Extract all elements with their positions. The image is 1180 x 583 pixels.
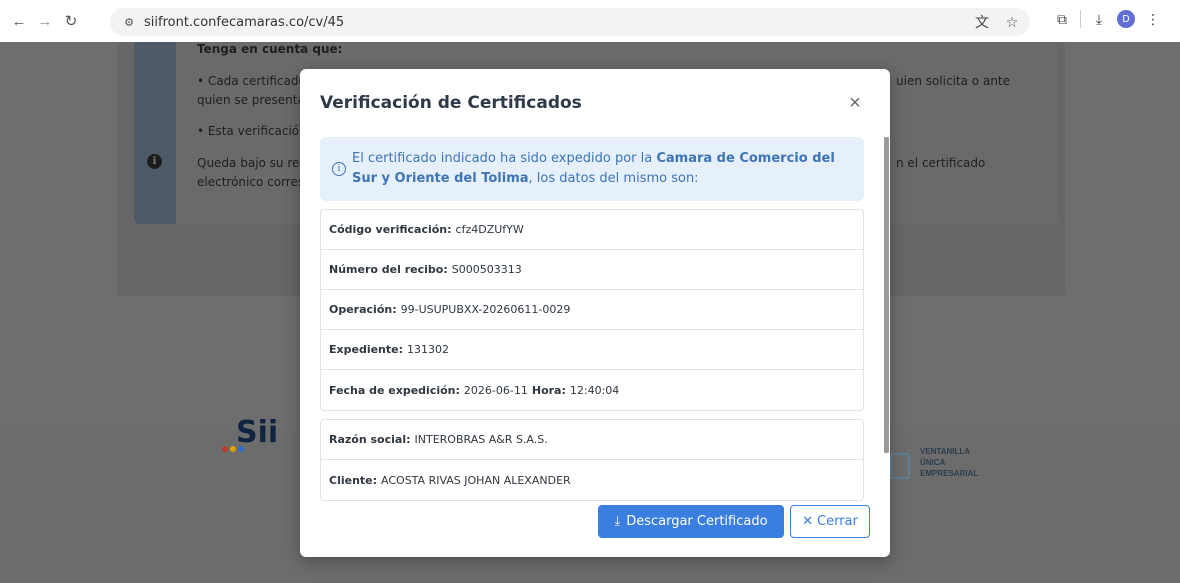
detail-row-razon-social: Razón social: INTEROBRAS A&R S.A.S. (321, 420, 863, 460)
detail-row-codigo: Código verificación: cfz4DZUfYW (321, 210, 863, 250)
vue-logo-line: VENTANILLA (920, 447, 971, 456)
translate-icon[interactable]: 文 (972, 12, 992, 32)
detail-value: ACOSTA RIVAS JOHAN ALEXANDER (381, 473, 571, 487)
detail-row-cliente: Cliente: ACOSTA RIVAS JOHAN ALEXANDER (321, 460, 863, 500)
reload-icon[interactable]: ↻ (58, 8, 84, 34)
detail-value: 12:40:04 (569, 383, 620, 397)
modal-scrollbar-thumb[interactable] (884, 137, 889, 453)
detail-label: Hora: (531, 383, 566, 397)
notice-line: • Cada certificado (197, 74, 306, 88)
detail-label: Número del recibo: (329, 263, 448, 276)
notice-line: • Esta verificación (197, 124, 307, 138)
alert-suffix: , los datos del mismo son: (528, 171, 699, 186)
download-certificate-button[interactable]: ⤓ Descargar Certificado (598, 505, 784, 538)
company-details-group: Razón social: INTEROBRAS A&R S.A.S. Clien… (320, 419, 864, 501)
detail-value: INTEROBRAS A&R S.A.S. (414, 433, 548, 446)
detail-label: Cliente: (329, 473, 378, 487)
download-icon: ⤓ (614, 514, 621, 529)
modal-title: Verificación de Certificados (320, 93, 582, 113)
detail-label: Expediente: (329, 343, 403, 356)
detail-label: Razón social: (329, 433, 411, 446)
bookmark-star-icon[interactable]: ☆ (1002, 12, 1022, 32)
notice-line: quien se presenta (197, 93, 305, 107)
detail-label: Código verificación: (329, 223, 452, 236)
detail-value: 131302 (407, 343, 449, 356)
detail-value: 2026-06-11 (463, 383, 528, 397)
profile-avatar[interactable]: D (1117, 10, 1135, 28)
detail-label: Operación: (329, 303, 397, 316)
alert-prefix: El certificado indicado ha sido expedido… (352, 151, 657, 166)
detail-value: cfz4DZUfYW (455, 223, 524, 236)
url-text: siifront.confecamaras.co/cv/45 (144, 14, 345, 30)
close-icon[interactable]: × (843, 91, 867, 115)
extensions-icon[interactable]: ⧉ (1052, 9, 1072, 29)
vue-logo-line: EMPRESARIAL (920, 469, 979, 478)
download-label: Descargar Certificado (626, 514, 768, 529)
info-alert: i El certificado indicado ha sido expedi… (320, 137, 864, 201)
notice-line: Queda bajo su res (197, 156, 306, 170)
alert-text: El certificado indicado ha sido expedido… (352, 149, 852, 189)
toolbar-divider (1080, 10, 1081, 28)
detail-value: S000503313 (451, 263, 522, 276)
notice-line: uien solicita o ante (896, 74, 1011, 88)
close-x-icon: ✕ (802, 514, 814, 529)
info-circle-icon: i (332, 162, 346, 176)
close-label: Cerrar (817, 514, 858, 529)
detail-row-expediente: Expediente: 131302 (321, 330, 863, 370)
download-icon[interactable]: ⤓ (1089, 9, 1109, 29)
verification-modal: Verificación de Certificados × i El cert… (300, 69, 890, 557)
detail-row-operacion: Operación: 99-USUPUBXX-20260611-0029 (321, 290, 863, 330)
notice-line: n el certificado (896, 156, 986, 170)
notice-title: Tenga en cuenta que: (197, 42, 343, 56)
back-arrow-icon[interactable]: ← (6, 8, 32, 34)
notice-line: electrónico corres (197, 175, 305, 189)
notice-accent-strip (134, 42, 176, 224)
browser-toolbar: ← → ↻ ⚙ siifront.confecamaras.co/cv/45 文… (0, 0, 1180, 42)
site-settings-icon[interactable]: ⚙ (120, 13, 138, 31)
close-button[interactable]: ✕ Cerrar (790, 505, 870, 538)
forward-arrow-icon[interactable]: → (32, 8, 58, 34)
certificate-details-group: Código verificación: cfz4DZUfYW Número de… (320, 209, 864, 411)
detail-label: Fecha de expedición: (329, 383, 460, 397)
vue-logo-text: VENTANILLA ÚNICA EMPRESARIAL (920, 446, 978, 479)
info-icon: i (147, 154, 162, 169)
modal-body: i El certificado indicado ha sido expedi… (320, 137, 864, 505)
sii-logo-dots (222, 446, 244, 452)
detail-row-recibo: Número del recibo: S000503313 (321, 250, 863, 290)
detail-value: 99-USUPUBXX-20260611-0029 (400, 303, 571, 316)
vue-logo-mark (890, 453, 910, 479)
detail-row-fecha: Fecha de expedición: 2026-06-11 Hora: 12:40… (321, 370, 863, 410)
vue-logo-line: ÚNICA (920, 458, 946, 467)
address-bar[interactable]: ⚙ siifront.confecamaras.co/cv/45 文 ☆ (110, 8, 1030, 36)
sii-logo: Sii (236, 415, 279, 450)
menu-dots-icon[interactable]: ⋮ (1143, 9, 1163, 29)
